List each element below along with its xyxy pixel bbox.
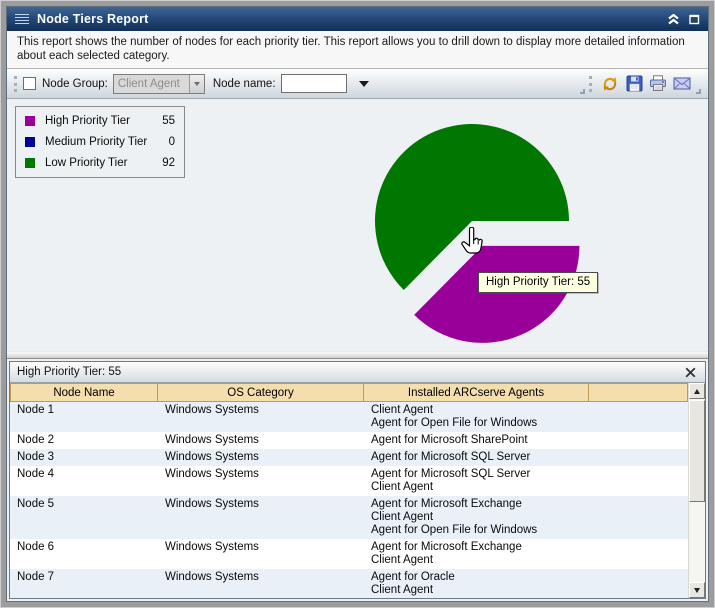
report-description: This report shows the number of nodes fo…	[7, 31, 708, 69]
collapse-icon[interactable]	[667, 14, 680, 25]
toolbar-grip-icon[interactable]	[14, 76, 17, 92]
table-row[interactable]: Node 4 Windows Systems Agent for Microso…	[10, 466, 688, 496]
cell-empty	[589, 569, 688, 598]
cell-agents: Agent for Microsoft ExchangeClient Agent	[364, 539, 589, 569]
cell-agents: Client AgentAgent for Open File for Wind…	[364, 402, 589, 432]
scroll-down-button[interactable]	[689, 582, 705, 598]
node-group-dropdown-button[interactable]	[189, 75, 204, 93]
cell-empty	[589, 449, 688, 466]
scrollbar-thumb[interactable]	[689, 400, 705, 502]
cell-os-category: Windows Systems	[158, 539, 364, 569]
title-bar: Node Tiers Report	[7, 7, 708, 31]
report-window-inner: Node Tiers Report This report shows the	[6, 6, 709, 602]
nodes-table: Node Name OS Category Installed ARCserve…	[10, 383, 705, 598]
cell-node-name: Node 4	[10, 466, 158, 496]
legend-swatch-low	[25, 158, 35, 168]
legend-value: 55	[162, 115, 175, 127]
title-grip-icon	[15, 14, 29, 25]
node-group-label: Node Group:	[42, 78, 108, 90]
cell-os-category: Windows Systems	[158, 466, 364, 496]
legend-item-high: High Priority Tier 55	[25, 115, 175, 127]
arrow-up-icon	[694, 389, 700, 394]
cell-empty	[589, 466, 688, 496]
chevron-down-icon	[194, 82, 200, 86]
chart-area: High Priority Tier 55 Medium Priority Ti…	[7, 99, 708, 351]
cell-empty	[589, 539, 688, 569]
cell-os-category: Windows Systems	[158, 449, 364, 466]
legend-label: Medium Priority Tier	[45, 136, 169, 148]
cell-node-name: Node 1	[10, 402, 158, 432]
legend-label: Low Priority Tier	[45, 157, 162, 169]
pie-tooltip: High Priority Tier: 55	[478, 272, 598, 293]
cell-agents: Agent for OracleClient Agent	[364, 569, 589, 598]
report-window: Node Tiers Report This report shows the	[0, 0, 715, 608]
table-row[interactable]: Node 7 Windows Systems Agent for OracleC…	[10, 569, 688, 598]
node-group-checkbox[interactable]	[23, 77, 36, 90]
legend-swatch-medium	[25, 137, 35, 147]
legend-item-low: Low Priority Tier 92	[25, 157, 175, 169]
node-name-input[interactable]	[281, 74, 347, 93]
cell-os-category: Windows Systems	[158, 432, 364, 449]
pie-slice-high-priority-tier[interactable]	[414, 246, 579, 343]
arrow-down-icon	[694, 588, 700, 593]
email-icon[interactable]	[672, 74, 692, 94]
cell-node-name: Node 5	[10, 496, 158, 539]
legend-label: High Priority Tier	[45, 115, 162, 127]
print-icon[interactable]	[648, 74, 668, 94]
cell-node-name: Node 3	[10, 449, 158, 466]
col-header-node-name[interactable]: Node Name	[10, 383, 158, 402]
cell-os-category: Windows Systems	[158, 569, 364, 598]
scroll-up-button[interactable]	[689, 383, 705, 399]
node-name-dropdown-icon[interactable]	[359, 81, 369, 87]
col-header-empty	[589, 383, 688, 402]
toolbar-corner-mark-2	[696, 89, 701, 94]
cell-agents: Agent for Microsoft ExchangeClient Agent…	[364, 496, 589, 539]
refresh-icon[interactable]	[600, 74, 620, 94]
maximize-icon[interactable]	[689, 14, 700, 25]
cell-os-category: Windows Systems	[158, 496, 364, 539]
cell-node-name: Node 2	[10, 432, 158, 449]
table-row[interactable]: Node 5 Windows Systems Agent for Microso…	[10, 496, 688, 539]
cell-node-name: Node 6	[10, 539, 158, 569]
table-body: Node 1 Windows Systems Client AgentAgent…	[10, 402, 688, 598]
cell-empty	[589, 432, 688, 449]
node-name-label: Node name:	[213, 78, 276, 90]
legend-item-medium: Medium Priority Tier 0	[25, 136, 175, 148]
cell-agents: Agent for Microsoft SQL ServerClient Age…	[364, 466, 589, 496]
actions-grip-icon[interactable]	[589, 76, 592, 92]
table-row[interactable]: Node 3 Windows Systems Agent for Microso…	[10, 449, 688, 466]
legend-value: 0	[169, 136, 175, 148]
cell-os-category: Windows Systems	[158, 402, 364, 432]
table-row[interactable]: Node 2 Windows Systems Agent for Microso…	[10, 432, 688, 449]
legend-swatch-high	[25, 116, 35, 126]
toolbar-corner-mark	[580, 89, 585, 94]
node-group-select[interactable]: Client Agent	[113, 74, 205, 94]
chart-legend: High Priority Tier 55 Medium Priority Ti…	[15, 106, 185, 178]
page-title: Node Tiers Report	[37, 12, 149, 26]
cell-node-name: Node 7	[10, 569, 158, 598]
horizontal-splitter[interactable]	[7, 351, 708, 359]
drilldown-panel: High Priority Tier: 55 Node Name OS Cate…	[9, 361, 706, 599]
table-header-row: Node Name OS Category Installed ARCserve…	[10, 383, 688, 402]
action-icon-group	[600, 74, 692, 94]
node-group-selected-value: Client Agent	[114, 75, 189, 93]
drilldown-panel-header: High Priority Tier: 55	[10, 362, 705, 383]
filter-toolbar: Node Group: Client Agent Node name:	[7, 69, 708, 99]
cell-agents: Agent for Microsoft SharePoint	[364, 432, 589, 449]
save-icon[interactable]	[624, 74, 644, 94]
cell-empty	[589, 496, 688, 539]
cell-agents: Agent for Microsoft SQL Server	[364, 449, 589, 466]
drilldown-title: High Priority Tier: 55	[17, 366, 121, 378]
col-header-os-category[interactable]: OS Category	[158, 383, 364, 402]
vertical-scrollbar[interactable]	[688, 383, 705, 598]
hand-cursor-icon	[460, 227, 485, 264]
legend-value: 92	[162, 157, 175, 169]
close-icon[interactable]	[682, 364, 698, 380]
cell-empty	[589, 402, 688, 432]
col-header-agents[interactable]: Installed ARCserve Agents	[364, 383, 589, 402]
table-row[interactable]: Node 1 Windows Systems Client AgentAgent…	[10, 402, 688, 432]
table-row[interactable]: Node 6 Windows Systems Agent for Microso…	[10, 539, 688, 569]
